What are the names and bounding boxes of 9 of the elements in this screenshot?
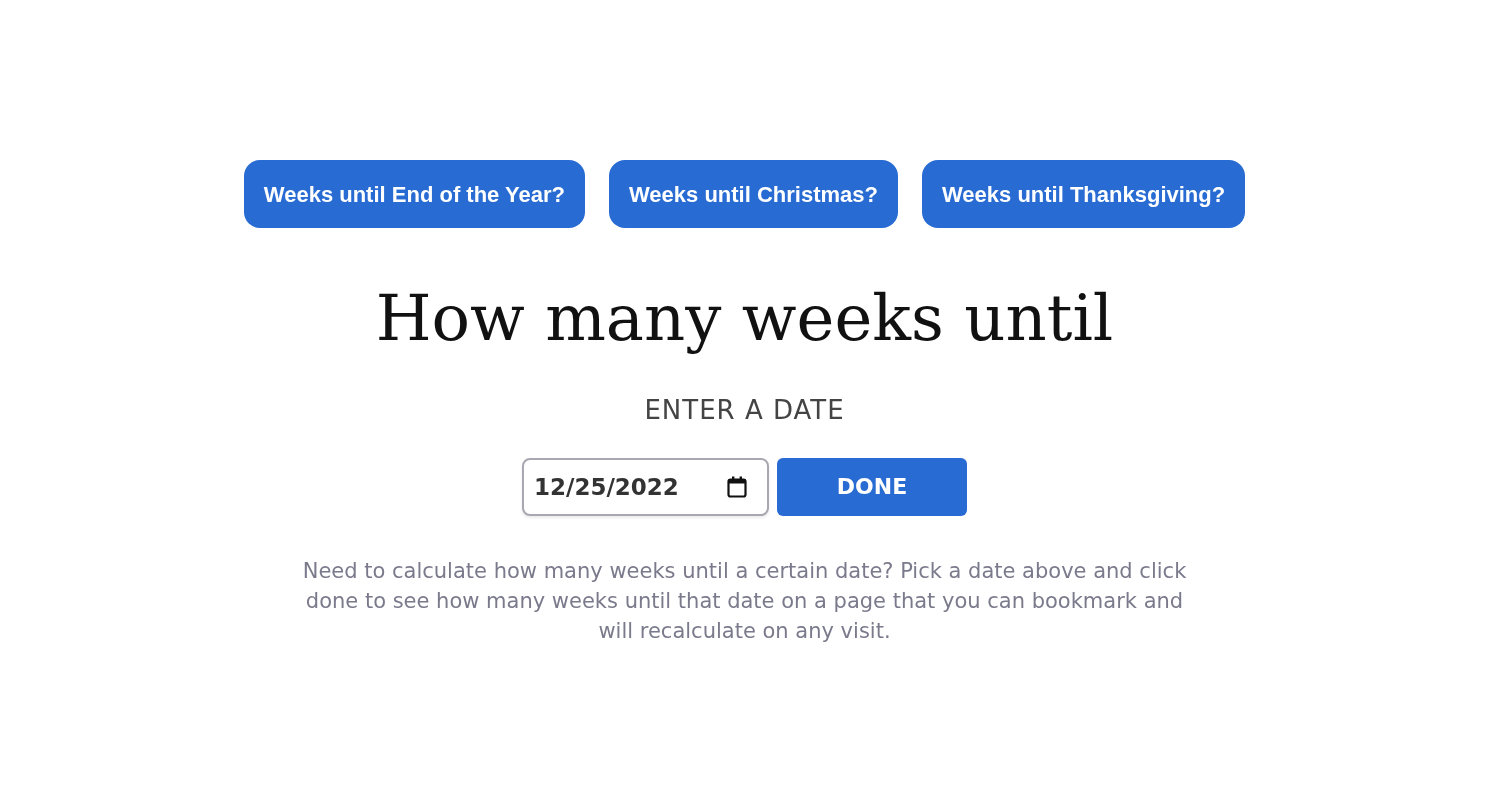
date-field[interactable]: 12/25/2022 [522,457,769,516]
shortcut-button[interactable]: Weeks until Christmas? [608,160,898,228]
calendar-icon[interactable] [727,475,747,498]
shortcut-button[interactable]: Weeks until End of the Year? [243,160,585,228]
description: Need to calculate how many weeks until a certain date? Pick a date above and click done to see how many weeks until that date on a page that you can bookmark and will recalculate on any visit. [301,557,1188,645]
done-button[interactable]: DONE [777,457,967,516]
date-prompt: ENTER A DATE [644,393,845,427]
page-heading: How many weeks until [375,280,1114,357]
shortcut-button[interactable]: Weeks until Thanksgiving? [921,160,1246,228]
